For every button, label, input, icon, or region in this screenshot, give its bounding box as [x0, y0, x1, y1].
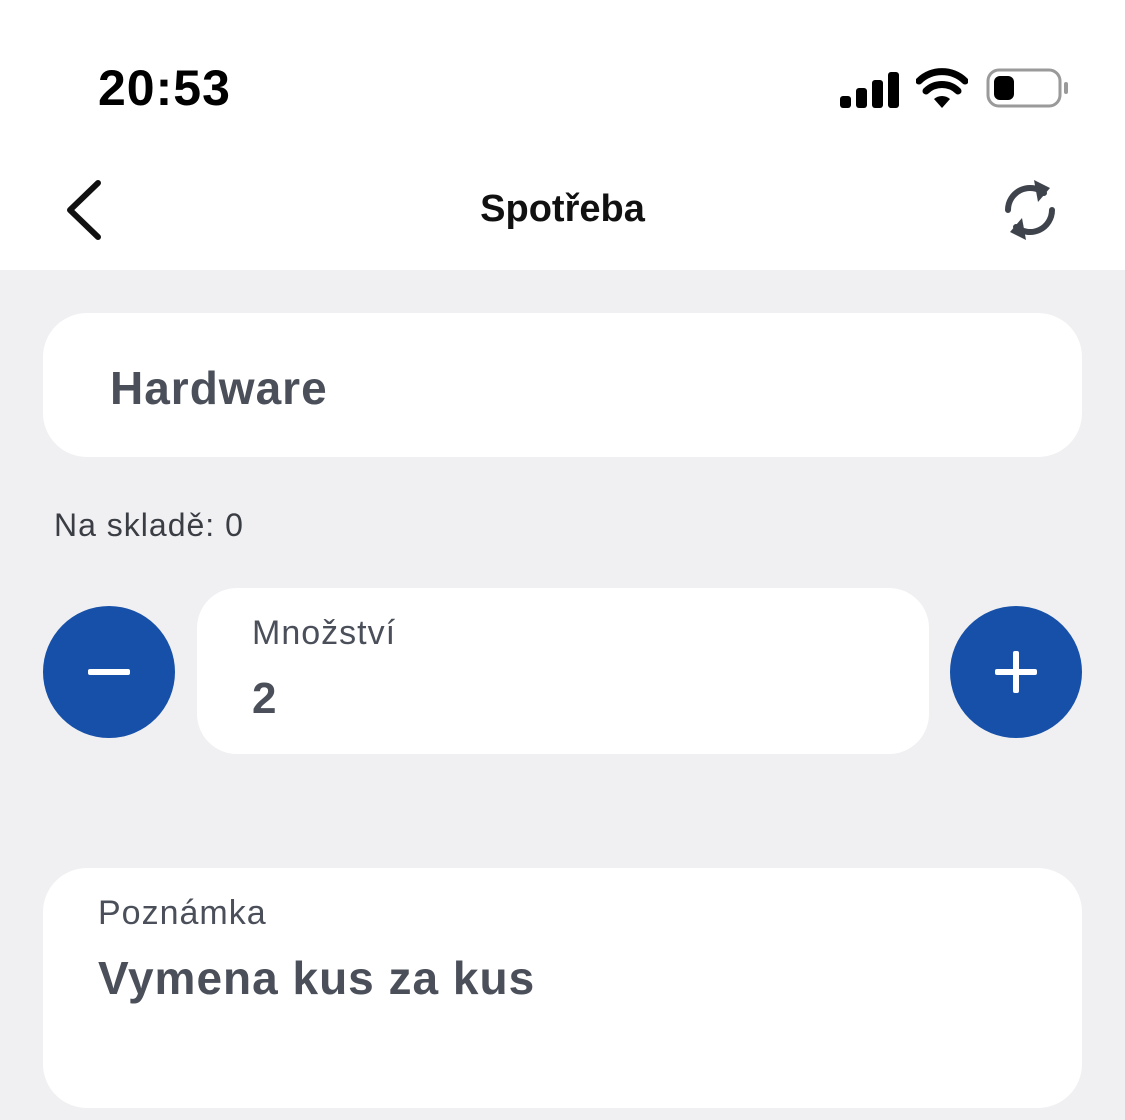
- note-label: Poznámka: [98, 894, 267, 932]
- status-time: 20:53: [98, 60, 231, 116]
- minus-icon: [88, 669, 130, 675]
- note-field[interactable]: Poznámka Vymena kus za kus: [43, 868, 1082, 1108]
- increment-button[interactable]: [950, 606, 1082, 738]
- item-card[interactable]: Hardware: [43, 313, 1082, 457]
- quantity-value[interactable]: 2: [252, 672, 276, 726]
- nav-bar: Spotřeba: [0, 140, 1125, 270]
- item-name: Hardware: [110, 362, 328, 414]
- page-title: Spotřeba: [480, 188, 645, 230]
- refresh-button[interactable]: [996, 174, 1064, 246]
- quantity-label: Množství: [252, 614, 397, 652]
- decrement-button[interactable]: [43, 606, 175, 738]
- stock-info: Na skladě: 0: [54, 507, 244, 543]
- status-bar: 20:53: [0, 0, 1125, 140]
- note-value[interactable]: Vymena kus za kus: [98, 950, 535, 1006]
- plus-icon: [995, 651, 1037, 693]
- signal-icon: [840, 72, 899, 108]
- quantity-field[interactable]: Množství 2: [197, 588, 929, 754]
- wifi-icon: [916, 68, 968, 108]
- refresh-icon: [1004, 180, 1056, 240]
- battery-icon: [986, 68, 1068, 108]
